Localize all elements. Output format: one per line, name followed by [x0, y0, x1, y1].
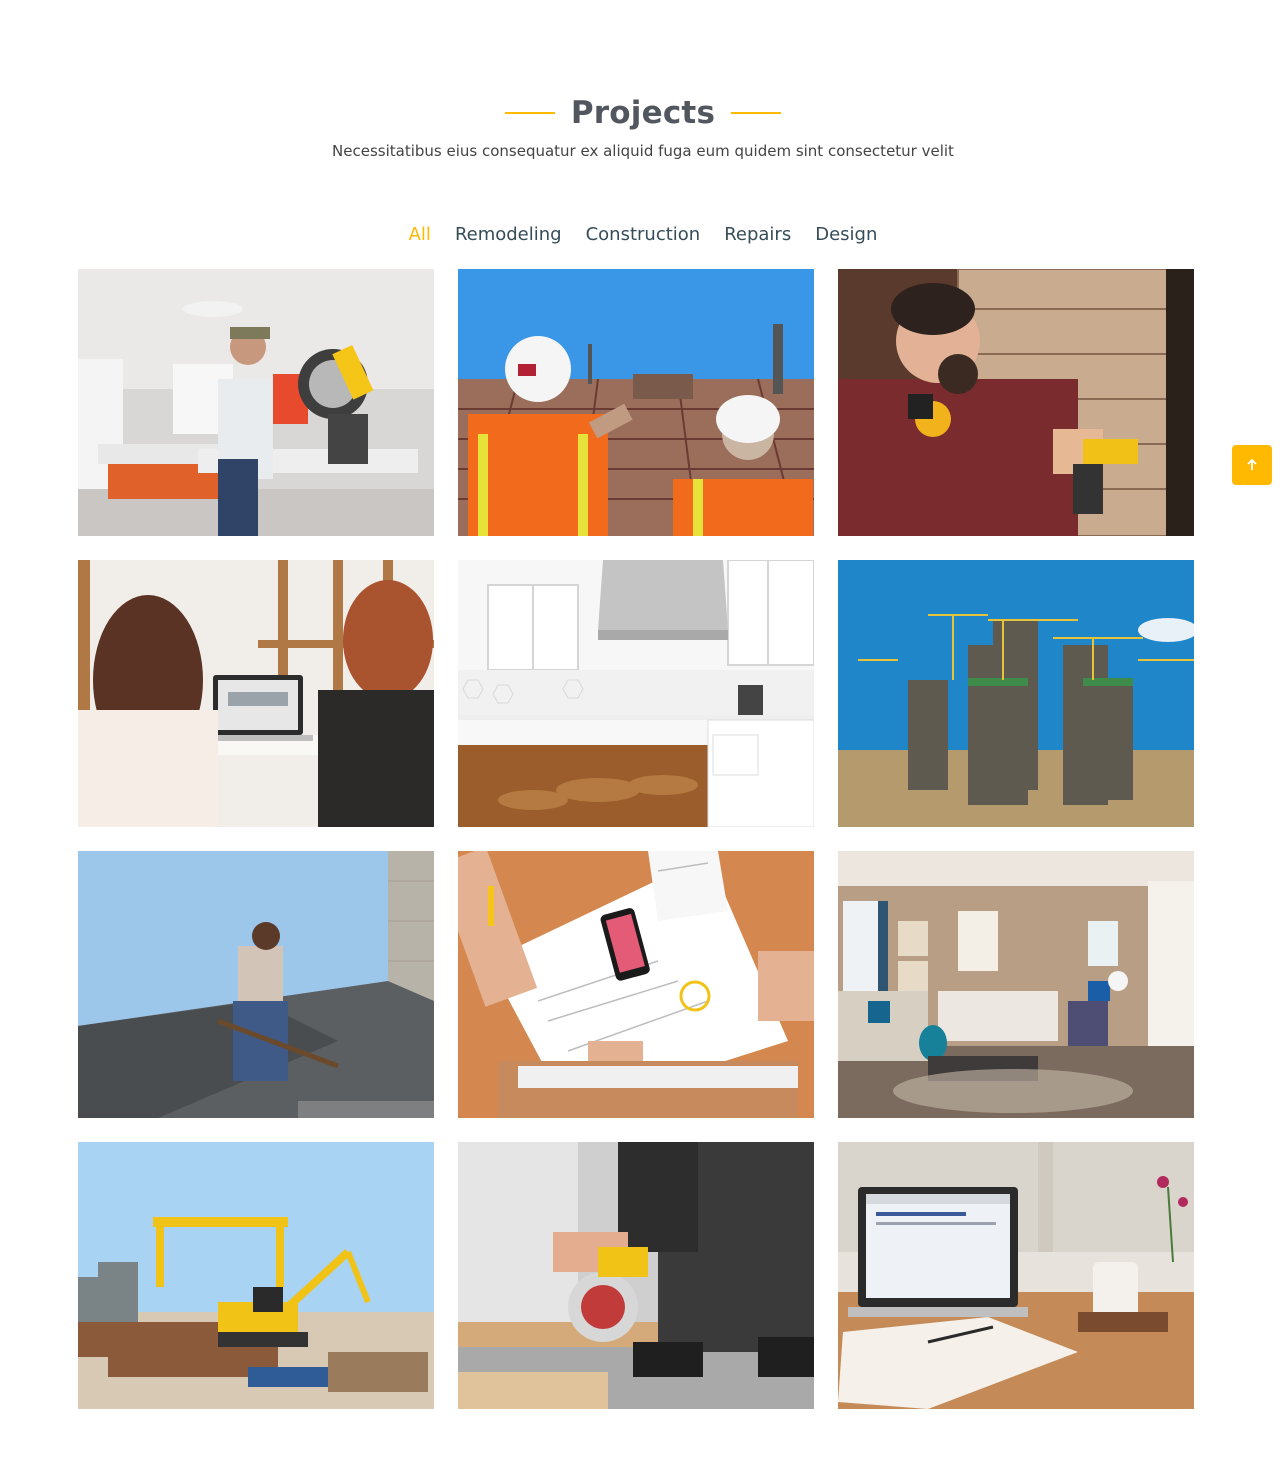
project-image-plans[interactable]	[458, 851, 814, 1118]
title-row: Projects	[0, 88, 1286, 138]
project-image-roofer[interactable]	[78, 851, 434, 1118]
project-image-towers[interactable]	[838, 560, 1194, 827]
project-image-women-laptop[interactable]	[78, 560, 434, 827]
project-image-excavator[interactable]	[78, 1142, 434, 1409]
title-right-line	[731, 112, 782, 114]
title-left-line	[504, 112, 555, 114]
project-photo	[458, 560, 814, 827]
arrow-up-icon	[1247, 458, 1257, 470]
project-photo	[78, 560, 434, 827]
project-photo	[458, 1142, 814, 1409]
project-photo	[78, 1142, 434, 1409]
project-image-kitchen[interactable]	[458, 560, 814, 827]
project-photo	[78, 269, 434, 536]
back-to-top-button[interactable]	[1232, 445, 1272, 485]
section-title: Projects	[570, 95, 716, 131]
filter-construction[interactable]: Construction	[586, 222, 701, 248]
project-photo	[838, 560, 1194, 827]
project-photo	[838, 1142, 1194, 1409]
filter-design[interactable]: Design	[815, 222, 877, 248]
filter-repairs[interactable]: Repairs	[724, 222, 791, 248]
project-photo	[458, 851, 814, 1118]
project-image-circular-saw[interactable]	[458, 1142, 814, 1409]
section-subtitle: Necessitatibus eius consequatur ex aliqu…	[332, 142, 954, 160]
project-image-laptop-notebook[interactable]	[838, 1142, 1194, 1409]
project-image-man-drilling[interactable]	[838, 269, 1194, 536]
filter-remodeling[interactable]: Remodeling	[455, 222, 562, 248]
projects-grid	[78, 269, 1194, 1409]
portfolio-filters: All Remodeling Construction Repairs Desi…	[0, 222, 1286, 248]
section-header: Projects Necessitatibus eius consequatur…	[0, 88, 1286, 160]
project-image-workers-miter-saw[interactable]	[78, 269, 434, 536]
project-photo	[838, 269, 1194, 536]
project-image-living-room[interactable]	[838, 851, 1194, 1118]
project-photo	[458, 269, 814, 536]
project-image-engineers-site[interactable]	[458, 269, 814, 536]
filter-all[interactable]: All	[409, 222, 431, 248]
project-photo	[78, 851, 434, 1118]
project-photo	[838, 851, 1194, 1118]
